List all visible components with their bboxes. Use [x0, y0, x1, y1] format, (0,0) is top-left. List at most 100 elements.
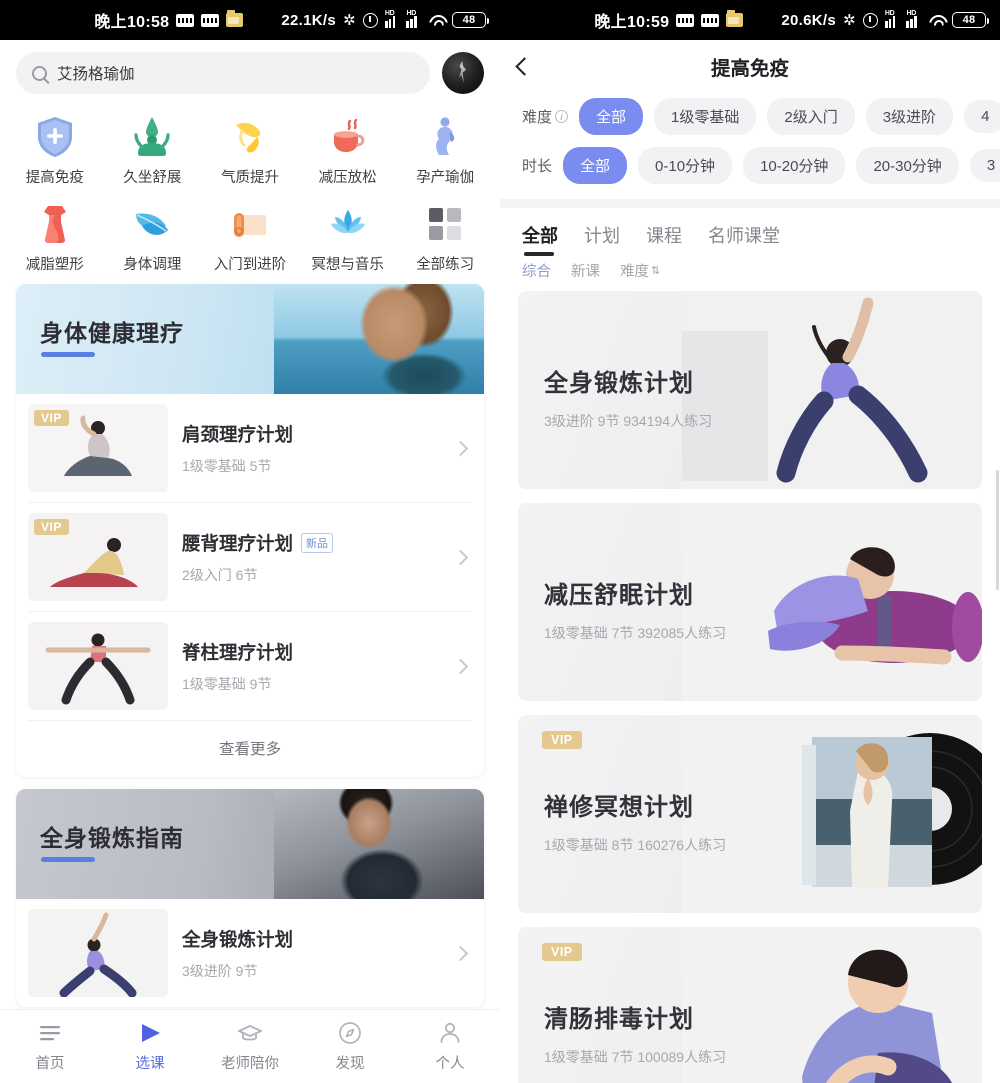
banner-underline	[41, 857, 95, 862]
filter-row-duration: 时长 全部 0-10分钟 10-20分钟 20-30分钟 3	[500, 141, 1000, 190]
course-card[interactable]: VIP 禅修冥想计划 1级零基础 8节 160276人练习	[518, 715, 982, 913]
alarm-icon	[862, 12, 878, 28]
plan-subtitle: 3级进阶 9节	[182, 962, 258, 979]
course-photo	[682, 503, 982, 701]
course-meta: 1级零基础 8节 160276人练习	[544, 837, 727, 853]
network-speed: 22.1K/s	[281, 11, 337, 29]
category-label: 身体调理	[123, 257, 182, 273]
plan-title: 腰背理疗计划 新品	[182, 530, 441, 556]
nav-item-teacher[interactable]: 老师陪你	[205, 1021, 295, 1073]
filter-chip-level1[interactable]: 1级零基础	[654, 98, 757, 135]
nav-item-discover[interactable]: 发现	[305, 1021, 395, 1073]
category-item-all[interactable]: 全部练习	[396, 195, 494, 276]
plan-subtitle: 1级零基础 9节	[182, 675, 272, 692]
category-item-relax[interactable]: 减压放松	[299, 108, 397, 189]
course-card[interactable]: 全身锻炼计划 3级进阶 9节 934194人练习	[518, 291, 982, 489]
bottom-navigation: 首页 选课 老师陪你 发现 个人	[0, 1009, 500, 1083]
course-list[interactable]: 全身锻炼计划 3级进阶 9节 934194人练习 减压舒眠计划 1级零基础 7节…	[500, 291, 1000, 1083]
compass-icon	[338, 1021, 362, 1045]
list-item[interactable]: 全身锻炼计划 3级进阶 9节	[16, 899, 484, 1007]
signal-hd-icon: HD	[884, 10, 900, 28]
banner-photo	[274, 789, 484, 899]
subtab-difficulty[interactable]: 难度 ⇅	[620, 260, 660, 281]
list-item[interactable]: VIP 腰背理疗计划 新品 2级入门 6节	[16, 503, 484, 611]
tab-masterclass[interactable]: 名师课堂	[708, 222, 780, 258]
nav-item-profile[interactable]: 个人	[405, 1021, 495, 1073]
status-time: 晚上10:59	[594, 14, 670, 31]
folder-icon	[226, 10, 244, 27]
chevron-right-icon	[452, 440, 469, 456]
duration-chip-30plus[interactable]: 3	[969, 149, 1000, 182]
duration-chip-10-20[interactable]: 10-20分钟	[743, 147, 846, 184]
subtab-new[interactable]: 新课	[571, 260, 600, 281]
status-left-group: 晚上10:59	[594, 8, 744, 32]
category-item-immunity[interactable]: 提高免疫	[6, 108, 104, 189]
battery-icon: 48	[452, 12, 489, 28]
section-banner[interactable]: 全身锻炼指南	[16, 789, 484, 899]
duration-chip-all[interactable]: 全部	[563, 147, 628, 184]
duration-chip-0-10[interactable]: 0-10分钟	[638, 147, 733, 184]
bluetooth-icon: ✲	[343, 12, 356, 29]
signal-hd-icon: HD	[906, 10, 921, 28]
course-card[interactable]: 减压舒眠计划 1级零基础 7节 392085人练习	[518, 503, 982, 701]
list-item[interactable]: 脊柱理疗计划 1级零基础 9节	[16, 612, 484, 720]
plan-thumbnail	[28, 909, 168, 997]
category-item-stretch[interactable]: 久坐舒展	[104, 108, 202, 189]
list-item[interactable]: VIP 肩颈理疗计划 1级零基础 5节	[16, 394, 484, 502]
search-icon	[32, 65, 47, 81]
tab-courses[interactable]: 课程	[646, 222, 682, 258]
left-scroll-area[interactable]: 身体健康理疗 VIP 肩颈理疗计划 1级零基础 5节 VIP 腰背理疗计划 新品…	[0, 284, 500, 1007]
back-chevron-icon[interactable]	[515, 56, 534, 76]
info-icon[interactable]: i	[555, 110, 569, 123]
filter-chip-level2[interactable]: 2级入门	[767, 98, 855, 135]
course-title: 减压舒眠计划	[544, 582, 694, 609]
search-row: 艾扬格瑜伽	[0, 40, 500, 104]
section-banner[interactable]: 身体健康理疗	[16, 284, 484, 394]
nav-item-courses[interactable]: 选课	[105, 1021, 195, 1073]
plan-subtitle: 2级入门 6节	[182, 566, 258, 583]
tab-plans[interactable]: 计划	[584, 222, 620, 258]
category-item-meditation[interactable]: 冥想与音乐	[299, 195, 397, 276]
course-meta: 1级零基础 7节 392085人练习	[544, 625, 727, 641]
tab-all[interactable]: 全部	[522, 222, 558, 258]
course-text: 减压舒眠计划 1级零基础 7节 392085人练习	[544, 575, 726, 643]
scrollbar[interactable]	[996, 470, 999, 590]
person-icon	[438, 1021, 462, 1045]
status-right-group: 22.1K/s ✲ HD HD 48	[281, 10, 489, 29]
wifi-icon	[428, 14, 445, 27]
category-label: 减压放松	[318, 170, 377, 186]
banner-underline	[41, 352, 95, 357]
search-input[interactable]: 艾扬格瑜伽	[16, 52, 430, 94]
course-card[interactable]: VIP 清肠排毒计划 1级零基础 7节 100089人练习	[518, 927, 982, 1083]
filter-chip-level3[interactable]: 3级进阶	[865, 98, 954, 135]
lotus-icon	[325, 201, 371, 247]
alarm-icon	[362, 12, 378, 28]
banner-title: 身体健康理疗	[40, 320, 184, 346]
filter-chip-level4[interactable]: 4	[964, 100, 1000, 133]
view-more-button[interactable]: 查看更多	[16, 721, 484, 777]
new-tag: 新品	[301, 532, 334, 553]
filter-chip-all[interactable]: 全部	[579, 98, 644, 135]
plan-title: 脊柱理疗计划	[182, 639, 441, 665]
category-item-prenatal[interactable]: 孕产瑜伽	[396, 108, 494, 189]
status-right-group: 20.6K/s ✲ HD HD 48	[781, 10, 989, 29]
message-icon	[701, 13, 720, 27]
category-item-levels[interactable]: 入门到进阶	[201, 195, 299, 276]
category-item-conditioning[interactable]: 身体调理	[104, 195, 202, 276]
subtab-difficulty-label: 难度	[620, 264, 649, 280]
nav-item-home[interactable]: 首页	[5, 1021, 95, 1073]
duration-chip-20-30[interactable]: 20-30分钟	[856, 147, 959, 184]
status-left-group: 晚上10:58	[94, 8, 244, 32]
plan-thumbnail: VIP	[28, 404, 168, 492]
folder-icon	[726, 10, 744, 27]
yellow-ribbon-icon	[227, 114, 273, 160]
grid-squares-icon	[422, 201, 468, 247]
avatar[interactable]	[442, 52, 484, 94]
category-item-temperament[interactable]: 气质提升	[201, 108, 299, 189]
plan-title-text: 腰背理疗计划	[182, 532, 294, 554]
category-item-shaping[interactable]: 减脂塑形	[6, 195, 104, 276]
subtab-comprehensive[interactable]: 综合	[522, 260, 551, 281]
nav-label: 老师陪你	[221, 1055, 279, 1072]
section-card-fullbody: 全身锻炼指南 全身锻炼计划 3级进阶 9节	[16, 789, 484, 1007]
signal-hd-icon: HD	[384, 10, 400, 28]
